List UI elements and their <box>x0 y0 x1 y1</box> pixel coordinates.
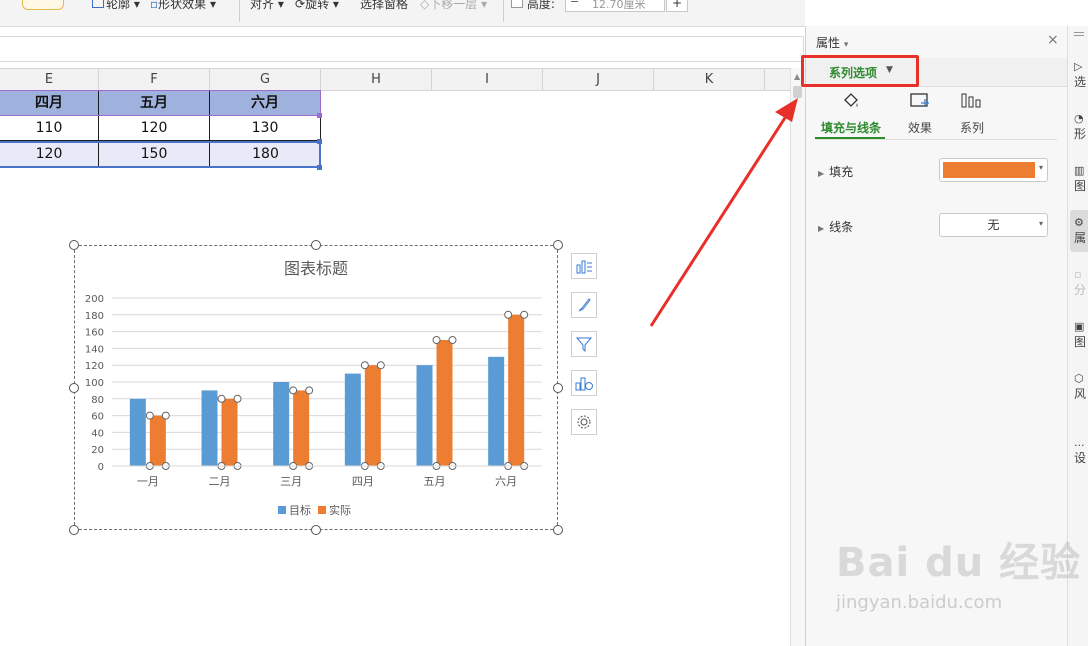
watermark: Bai du 经验 jingyan.baidu.com <box>836 540 1082 613</box>
